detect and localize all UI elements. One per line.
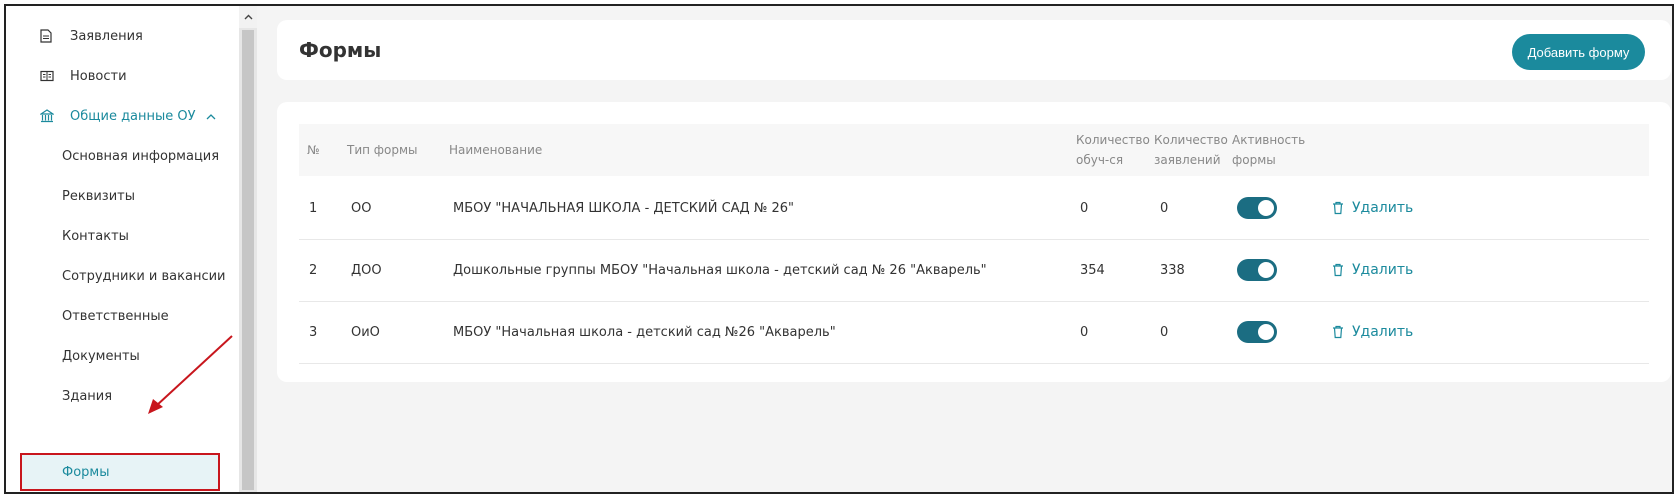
row-name: МБОУ "НАЧАЛЬНАЯ ШКОЛА - ДЕТСКИЙ САД № 26…: [453, 200, 795, 216]
row-name: МБОУ "Начальная школа - детский сад №26 …: [453, 324, 836, 340]
sidebar-item-label: Новости: [70, 68, 127, 84]
sidebar-item-label: Общие данные ОУ: [70, 108, 196, 124]
table-header: № Тип формы Наименование Количество обуч…: [299, 124, 1649, 176]
sidebar-item-label: Документы: [62, 348, 140, 364]
sidebar-item-news[interactable]: Новости: [6, 56, 239, 96]
sidebar-item-label: Основная информация: [62, 148, 220, 164]
active-toggle[interactable]: [1237, 321, 1277, 343]
delete-label: Удалить: [1352, 262, 1414, 278]
table-row: 1 ОО МБОУ "НАЧАЛЬНАЯ ШКОЛА - ДЕТСКИЙ САД…: [299, 176, 1649, 240]
sidebar-item-documents[interactable]: Документы: [6, 336, 239, 376]
row-students: 354: [1080, 262, 1105, 278]
page-title: Формы: [299, 38, 382, 62]
active-toggle[interactable]: [1237, 197, 1277, 219]
toggle-knob: [1258, 324, 1274, 340]
column-header-students-line1: Количество: [1076, 133, 1150, 147]
sidebar-item-label: Сотрудники и вакансии: [62, 268, 226, 284]
scroll-up-icon[interactable]: [239, 6, 257, 28]
column-header-applications: Количество заявлений: [1154, 130, 1228, 170]
row-num: 3: [309, 324, 318, 340]
sidebar-group-general-data[interactable]: Общие данные ОУ: [6, 96, 239, 136]
sidebar-scrollbar[interactable]: [239, 6, 257, 492]
row-students: 0: [1080, 324, 1089, 340]
column-header-students-line2: обуч-ся: [1076, 153, 1124, 167]
column-header-applications-line2: заявлений: [1154, 153, 1221, 167]
toggle-knob: [1258, 200, 1274, 216]
column-header-students: Количество обуч-ся: [1076, 130, 1150, 170]
column-header-type: Тип формы: [347, 143, 418, 157]
sidebar-item-label: Формы: [62, 464, 110, 480]
row-type: ДОО: [351, 262, 382, 278]
sidebar: Заявления Новости Общие данные ОУ Основн…: [6, 6, 239, 492]
row-type: ОиО: [351, 324, 380, 340]
row-students: 0: [1080, 200, 1089, 216]
row-name: Дошкольные группы МБОУ "Начальная школа …: [453, 262, 987, 278]
toggle-knob: [1258, 262, 1274, 278]
building-icon: [40, 109, 58, 123]
chevron-up-icon: [206, 110, 216, 123]
column-header-name: Наименование: [449, 143, 543, 157]
delete-label: Удалить: [1352, 200, 1414, 216]
column-header-active-line2: формы: [1232, 153, 1276, 167]
scroll-thumb[interactable]: [242, 30, 254, 490]
sidebar-item-label: Реквизиты: [62, 188, 135, 204]
sidebar-item-label: Заявления: [70, 28, 143, 44]
sidebar-item-forms[interactable]: Формы: [6, 453, 239, 491]
sidebar-item-label: Контакты: [62, 228, 129, 244]
active-toggle[interactable]: [1237, 259, 1277, 281]
row-num: 2: [309, 262, 318, 278]
column-header-num: №: [307, 143, 320, 157]
delete-label: Удалить: [1352, 324, 1414, 340]
trash-icon: [1332, 201, 1344, 215]
trash-icon: [1332, 263, 1344, 277]
sidebar-item-applications[interactable]: Заявления: [6, 16, 239, 56]
column-header-applications-line1: Количество: [1154, 133, 1228, 147]
row-applications: 0: [1160, 200, 1169, 216]
page-header: Формы Добавить форму: [277, 20, 1671, 80]
row-applications: 338: [1160, 262, 1185, 278]
table-row: 2 ДОО Дошкольные группы МБОУ "Начальная …: [299, 238, 1649, 302]
delete-button[interactable]: Удалить: [1332, 300, 1413, 364]
add-form-button[interactable]: Добавить форму: [1512, 34, 1645, 70]
sidebar-item-responsible[interactable]: Ответственные: [6, 296, 239, 336]
sidebar-item-label: Ответственные: [62, 308, 169, 324]
row-type: ОО: [351, 200, 372, 216]
newspaper-icon: [40, 70, 58, 82]
sidebar-item-main-info[interactable]: Основная информация: [6, 136, 239, 176]
column-header-active-line1: Активность: [1232, 133, 1306, 147]
sidebar-item-requisites[interactable]: Реквизиты: [6, 176, 239, 216]
delete-button[interactable]: Удалить: [1332, 238, 1413, 302]
sidebar-item-buildings[interactable]: Здания: [6, 376, 239, 416]
row-applications: 0: [1160, 324, 1169, 340]
document-icon: [40, 29, 58, 43]
sidebar-item-staff[interactable]: Сотрудники и вакансии: [6, 256, 239, 296]
trash-icon: [1332, 325, 1344, 339]
column-header-active: Активность формы: [1232, 130, 1305, 170]
sidebar-item-label: Здания: [62, 388, 113, 404]
forms-table: № Тип формы Наименование Количество обуч…: [277, 102, 1671, 382]
app-frame: Заявления Новости Общие данные ОУ Основн…: [4, 4, 1674, 494]
delete-button[interactable]: Удалить: [1332, 176, 1413, 240]
sidebar-item-contacts[interactable]: Контакты: [6, 216, 239, 256]
row-num: 1: [309, 200, 318, 216]
table-row: 3 ОиО МБОУ "Начальная школа - детский са…: [299, 300, 1649, 364]
